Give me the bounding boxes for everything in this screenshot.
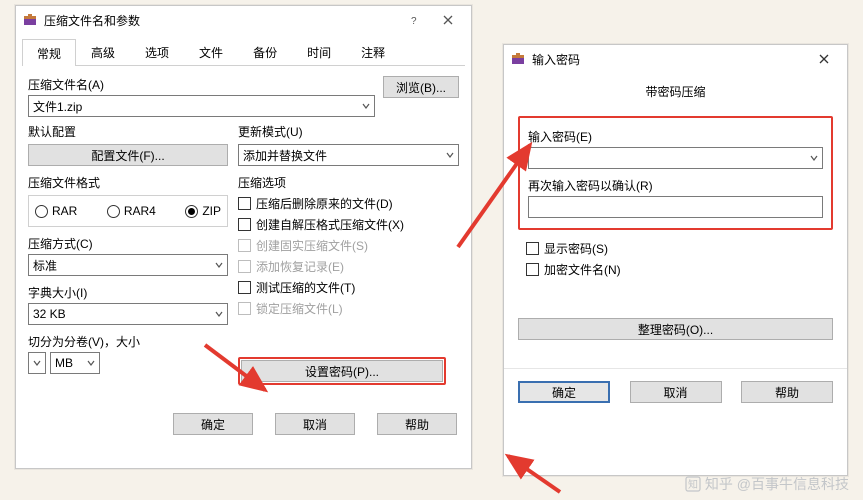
svg-text:?: ?	[411, 16, 417, 25]
option-test-archive[interactable]: 测试压缩的文件(T)	[238, 279, 459, 296]
close-icon[interactable]	[807, 48, 841, 70]
chevron-down-icon	[362, 102, 370, 110]
radio-zip[interactable]: ZIP	[185, 204, 221, 218]
app-icon	[22, 12, 38, 28]
help-button[interactable]: 帮助	[377, 413, 457, 435]
tab-backup[interactable]: 备份	[238, 38, 292, 65]
annotation-arrow-icon	[500, 450, 570, 498]
tab-advanced[interactable]: 高级	[76, 38, 130, 65]
split-volumes-label: 切分为分卷(V)，大小	[28, 333, 228, 350]
update-mode-select[interactable]: 添加并替换文件	[238, 144, 459, 166]
default-profile-label: 默认配置	[28, 123, 228, 140]
compression-method-label: 压缩方式(C)	[28, 235, 228, 252]
tab-files[interactable]: 文件	[184, 38, 238, 65]
app-icon	[510, 51, 526, 67]
reenter-password-label: 再次输入密码以确认(R)	[528, 177, 823, 194]
tab-options[interactable]: 选项	[130, 38, 184, 65]
window-title: 输入密码	[532, 51, 807, 68]
tab-time[interactable]: 时间	[292, 38, 346, 65]
annotation-arrow-icon	[450, 135, 540, 255]
dictionary-size-label: 字典大小(I)	[28, 284, 228, 301]
organize-passwords-button[interactable]: 整理密码(O)...	[518, 318, 833, 340]
split-volumes-input[interactable]	[28, 352, 46, 374]
profiles-button[interactable]: 配置文件(F)...	[28, 144, 228, 166]
ok-button[interactable]: 确定	[173, 413, 253, 435]
cancel-button[interactable]: 取消	[275, 413, 355, 435]
cancel-button[interactable]: 取消	[630, 381, 722, 403]
option-solid-archive: 创建固实压缩文件(S)	[238, 237, 459, 254]
reenter-password-input[interactable]	[528, 196, 823, 218]
svg-text:知: 知	[688, 478, 698, 491]
radio-rar4[interactable]: RAR4	[107, 204, 156, 218]
option-create-sfx[interactable]: 创建自解压格式压缩文件(X)	[238, 216, 459, 233]
ok-button[interactable]: 确定	[518, 381, 610, 403]
split-volumes-unit[interactable]: MB	[50, 352, 100, 374]
tab-comment[interactable]: 注释	[346, 38, 400, 65]
window-enter-password: 输入密码 带密码压缩 输入密码(E) 再次输入密码以确认(R) 显示密码(S) …	[503, 44, 848, 476]
archive-name-value: 文件1.zip	[33, 98, 82, 115]
titlebar: 压缩文件名和参数 ?	[16, 6, 471, 34]
watermark: 知 知乎 @百事牛信息科技	[685, 474, 849, 494]
annotation-arrow-icon	[200, 340, 280, 405]
tab-bar: 常规 高级 选项 文件 备份 时间 注释	[22, 38, 465, 66]
password-subtitle: 带密码压缩	[504, 73, 847, 106]
dictionary-size-select[interactable]: 32 KB	[28, 303, 228, 325]
archive-name-input[interactable]: 文件1.zip	[28, 95, 375, 117]
window-title: 压缩文件名和参数	[44, 12, 397, 29]
help-button-icon[interactable]: ?	[397, 9, 431, 31]
chevron-down-icon	[215, 310, 223, 318]
chevron-down-icon	[87, 359, 95, 367]
browse-button[interactable]: 浏览(B)...	[383, 76, 459, 98]
compression-method-select[interactable]: 标准	[28, 254, 228, 276]
option-delete-after[interactable]: 压缩后删除原来的文件(D)	[238, 195, 459, 212]
option-recovery-record: 添加恢复记录(E)	[238, 258, 459, 275]
show-password-checkbox[interactable]: 显示密码(S)	[526, 240, 825, 257]
help-button[interactable]: 帮助	[741, 381, 833, 403]
enter-password-input[interactable]	[528, 147, 823, 169]
chevron-down-icon	[33, 359, 41, 367]
archive-format-label: 压缩文件格式	[28, 174, 228, 191]
archive-format-radiogroup: RAR RAR4 ZIP	[28, 195, 228, 227]
password-fields-highlight: 输入密码(E) 再次输入密码以确认(R)	[518, 116, 833, 230]
close-icon[interactable]	[431, 9, 465, 31]
encrypt-filenames-checkbox[interactable]: 加密文件名(N)	[526, 261, 825, 278]
radio-rar[interactable]: RAR	[35, 204, 77, 218]
option-lock-archive: 锁定压缩文件(L)	[238, 300, 459, 317]
update-mode-label: 更新模式(U)	[238, 123, 459, 140]
archive-name-label: 压缩文件名(A)	[28, 76, 375, 93]
tab-general[interactable]: 常规	[22, 39, 76, 66]
chevron-down-icon	[215, 261, 223, 269]
chevron-down-icon	[810, 154, 818, 162]
enter-password-label: 输入密码(E)	[528, 128, 823, 145]
archiving-options-label: 压缩选项	[238, 174, 459, 191]
screenshot-stage: 压缩文件名和参数 ? 常规 高级 选项 文件 备份 时间 注释 压缩文件名(A)…	[0, 0, 863, 500]
